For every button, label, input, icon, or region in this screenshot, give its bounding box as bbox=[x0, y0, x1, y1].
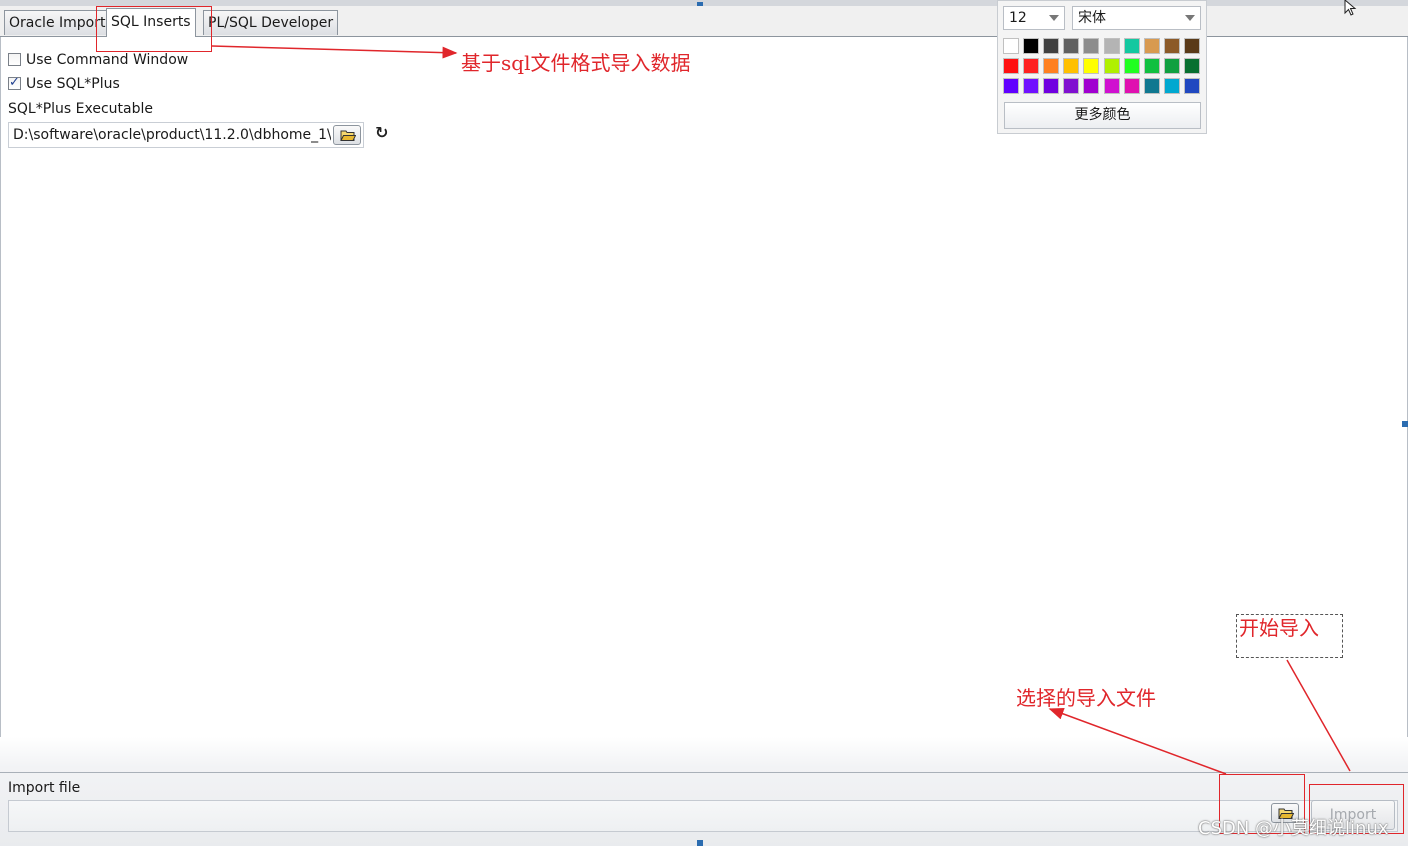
use-sqlplus-label: Use SQL*Plus bbox=[26, 76, 120, 92]
sqlplus-executable-field[interactable]: D:\software\oracle\product\11.2.0\dbhome… bbox=[8, 122, 364, 148]
color-swatch[interactable] bbox=[1103, 58, 1120, 74]
color-palette-popup: 12 宋体 更多颜色 bbox=[997, 0, 1207, 134]
use-command-window-label: Use Command Window bbox=[26, 52, 189, 68]
color-swatch[interactable] bbox=[1043, 58, 1060, 74]
use-sqlplus-checkbox[interactable] bbox=[8, 74, 21, 92]
more-colors-button[interactable]: 更多颜色 bbox=[1004, 102, 1201, 129]
color-swatch[interactable] bbox=[1063, 58, 1080, 74]
sqlplus-executable-value: D:\software\oracle\product\11.2.0\dbhome… bbox=[13, 127, 331, 143]
import-file-label: Import file bbox=[8, 780, 81, 796]
color-swatch[interactable] bbox=[1043, 38, 1060, 54]
color-swatch[interactable] bbox=[1103, 38, 1120, 54]
font-size-select[interactable]: 12 bbox=[1003, 6, 1065, 30]
annotation-select-file: 选择的导入文件 bbox=[1016, 686, 1156, 710]
color-swatch[interactable] bbox=[1083, 78, 1100, 94]
color-swatch[interactable] bbox=[1003, 58, 1019, 74]
color-swatch[interactable] bbox=[1003, 38, 1019, 54]
divider bbox=[0, 772, 1408, 773]
use-sqlplus-option[interactable]: Use SQL*Plus bbox=[8, 74, 120, 93]
mouse-cursor-icon bbox=[1344, 0, 1357, 16]
color-swatch[interactable] bbox=[1083, 38, 1100, 54]
color-swatch[interactable] bbox=[1143, 58, 1160, 74]
color-swatch[interactable] bbox=[1123, 78, 1140, 94]
color-swatch[interactable] bbox=[1123, 38, 1140, 54]
import-file-field[interactable] bbox=[8, 800, 1398, 832]
chevron-down-icon bbox=[1185, 15, 1195, 21]
color-swatch[interactable] bbox=[1163, 58, 1180, 74]
color-swatch[interactable] bbox=[1023, 78, 1040, 94]
tab-label: Oracle Import bbox=[9, 15, 106, 31]
color-swatch[interactable] bbox=[1043, 78, 1060, 94]
annotation-sql-file: 基于sql文件格式导入数据 bbox=[461, 51, 691, 75]
use-command-window-checkbox[interactable] bbox=[8, 53, 21, 66]
color-swatch[interactable] bbox=[1003, 78, 1019, 94]
color-swatch[interactable] bbox=[1083, 58, 1100, 74]
sql-inserts-tab-highlight bbox=[96, 6, 212, 52]
color-swatch[interactable] bbox=[1023, 38, 1040, 54]
annotation-start-import: 开始导入 bbox=[1239, 616, 1319, 640]
color-swatch[interactable] bbox=[1063, 78, 1080, 94]
font-size-value: 12 bbox=[1009, 10, 1027, 26]
font-name-value: 宋体 bbox=[1078, 10, 1106, 26]
color-swatch[interactable] bbox=[1163, 38, 1180, 54]
color-swatch[interactable] bbox=[1143, 78, 1160, 94]
sqlplus-executable-label: SQL*Plus Executable bbox=[8, 101, 153, 117]
refresh-icon[interactable]: ↻ bbox=[375, 125, 391, 141]
selection-handle-bottom bbox=[697, 840, 703, 846]
selection-handle-right bbox=[1402, 421, 1408, 427]
color-swatch[interactable] bbox=[1123, 58, 1140, 74]
color-swatch[interactable] bbox=[1163, 78, 1180, 94]
watermark: CSDN @小莫细说linux bbox=[1198, 818, 1389, 839]
tab-oracle-import[interactable]: Oracle Import bbox=[4, 10, 111, 35]
color-swatch[interactable] bbox=[1103, 78, 1120, 94]
color-swatch[interactable] bbox=[1183, 58, 1200, 74]
color-swatch[interactable] bbox=[1143, 38, 1160, 54]
color-swatch[interactable] bbox=[1183, 38, 1200, 54]
color-swatch[interactable] bbox=[1023, 58, 1040, 74]
tab-plsql-developer[interactable]: PL/SQL Developer bbox=[203, 10, 339, 35]
color-swatch[interactable] bbox=[1183, 78, 1200, 94]
use-command-window-option[interactable]: Use Command Window bbox=[8, 51, 188, 69]
tab-label: PL/SQL Developer bbox=[208, 15, 334, 31]
browse-executable-button[interactable] bbox=[333, 125, 361, 145]
font-name-select[interactable]: 宋体 bbox=[1072, 6, 1201, 30]
chevron-down-icon bbox=[1049, 15, 1059, 21]
color-swatch[interactable] bbox=[1063, 38, 1080, 54]
folder-open-icon bbox=[340, 130, 356, 141]
